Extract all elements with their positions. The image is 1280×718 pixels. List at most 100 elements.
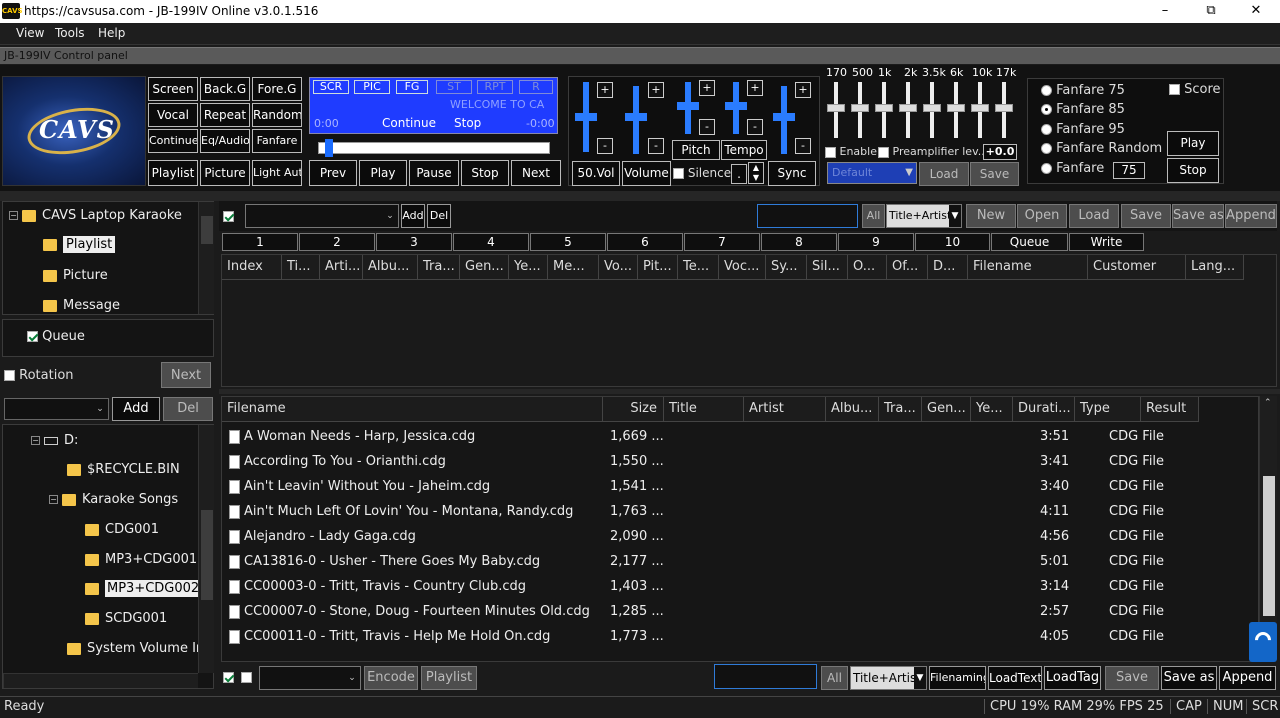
loadtag-button[interactable]: LoadTag (1044, 666, 1101, 690)
display-tab-st[interactable]: ST (436, 80, 472, 94)
pitch-thumb[interactable] (677, 102, 699, 110)
playlist-tab[interactable]: 6 (607, 233, 683, 251)
file-column-header[interactable]: Result (1141, 397, 1199, 422)
file-row[interactable]: CC00011-0 - Tritt, Travis - Help Me Hold… (224, 625, 1258, 650)
playlist-column-header[interactable]: Lang... (1186, 255, 1244, 280)
playlist-column-header[interactable]: Me... (548, 255, 599, 280)
rotation-checkbox[interactable] (4, 370, 15, 381)
menu-view[interactable]: View (16, 26, 44, 40)
file-search-input[interactable] (714, 664, 817, 689)
playlist-tab[interactable]: 7 (684, 233, 760, 251)
file-column-header[interactable]: Gen... (922, 397, 971, 422)
prev-button[interactable]: Prev (309, 160, 357, 186)
light-auto-button[interactable]: Light Auto (252, 160, 302, 186)
playlist-column-header[interactable]: Customer (1088, 255, 1186, 280)
mixer-thumb-5[interactable] (773, 113, 795, 121)
sync-button[interactable]: Sync (768, 161, 816, 186)
playlist-column-header[interactable]: Arti... (320, 255, 363, 280)
file-column-header[interactable]: Filename (222, 397, 603, 422)
stop-button[interactable]: Stop (461, 160, 509, 186)
playlist-column-header[interactable]: O... (848, 255, 887, 280)
eq-slider-thumb[interactable] (923, 104, 941, 112)
playlist-load-button[interactable]: Load (1069, 204, 1119, 228)
playlist-tab[interactable]: 8 (761, 233, 837, 251)
eq-enable[interactable]: Enable (825, 145, 877, 158)
playlist-column-header[interactable]: Te... (678, 255, 719, 280)
eq-preset-select[interactable]: Default ▼ (827, 162, 917, 184)
close-button[interactable]: ✕ (1233, 0, 1279, 23)
file-column-header[interactable]: Artist (744, 397, 826, 422)
background-button[interactable]: Back.G (200, 77, 250, 101)
pause-button[interactable]: Pause (409, 160, 459, 186)
mixer-thumb-1[interactable] (575, 113, 597, 121)
silence-spinner[interactable]: ▲ ▼ (748, 162, 764, 184)
folder-mp3-cdg001[interactable]: MP3+CDG001 (85, 552, 197, 567)
file-column-header[interactable]: Ye... (971, 397, 1013, 422)
file-column-header[interactable]: Albu... (826, 397, 879, 422)
playlist-tab[interactable]: Queue (991, 233, 1068, 251)
menu-tools[interactable]: Tools (55, 26, 85, 40)
restore-button[interactable]: ⧉ (1188, 0, 1234, 23)
folder-recycle-bin[interactable]: $RECYCLE.BIN (67, 462, 180, 477)
filenaming-button[interactable]: Filenaming (929, 666, 986, 690)
repeat-button[interactable]: Repeat (200, 103, 250, 127)
display-tab-pic[interactable]: PIC (354, 80, 390, 94)
fanfare-radio-0[interactable] (1041, 85, 1052, 96)
file-column-header[interactable]: Size (603, 397, 664, 422)
file-filter-combo[interactable]: ⌄ (259, 666, 361, 690)
playlist-tab[interactable]: 4 (453, 233, 529, 251)
playlist-column-header[interactable]: Tra... (418, 255, 460, 280)
fanfare-button[interactable]: Fanfare (252, 129, 302, 153)
mixer-minus-5[interactable]: - (795, 138, 811, 154)
playlist-save-button[interactable]: Save (1121, 204, 1171, 228)
playlist-button[interactable]: Playlist (148, 160, 198, 186)
fanfare-stop-button[interactable]: Stop (1167, 158, 1219, 183)
volume-plus[interactable]: + (648, 82, 664, 98)
tree-item-playlist[interactable]: Playlist (43, 236, 116, 253)
tree-scrollbar[interactable] (198, 202, 214, 314)
folder-tree-hscrollbar[interactable] (3, 673, 198, 688)
display-tab-fg[interactable]: FG (396, 80, 428, 94)
playlist-column-header[interactable]: Vo... (599, 255, 638, 280)
playlist-column-header[interactable]: Voc... (719, 255, 766, 280)
eq-enable-checkbox[interactable] (825, 146, 836, 158)
volume-minus[interactable]: - (648, 138, 664, 154)
scroll-up-icon[interactable]: ⌃ (1264, 398, 1272, 408)
fanfare-play-button[interactable]: Play (1167, 131, 1219, 156)
mixer-plus-5[interactable]: + (795, 82, 811, 98)
playlist-column-header[interactable]: Gen... (460, 255, 509, 280)
silence-control[interactable]: Silence (673, 166, 731, 180)
seek-bar[interactable] (318, 139, 550, 157)
playlist-new-button[interactable]: New (966, 204, 1016, 228)
next-button[interactable]: Next (511, 160, 561, 186)
playlist-column-header[interactable]: Filename (968, 255, 1088, 280)
menu-help[interactable]: Help (98, 26, 125, 40)
playlist-tab[interactable]: 2 (299, 233, 375, 251)
encode-button[interactable]: Encode (364, 666, 418, 690)
drive-d[interactable]: − D: (31, 433, 78, 448)
fanfare-option-85[interactable]: Fanfare 85 (1041, 102, 1125, 117)
drive-filter-combo[interactable]: ⌄ (4, 398, 109, 420)
tempo-plus[interactable]: + (747, 80, 763, 96)
fanfare-radio-2[interactable] (1041, 124, 1052, 135)
eq-load-button[interactable]: Load (919, 162, 969, 186)
playlist-tab[interactable]: 1 (222, 233, 298, 251)
file-row[interactable]: CA13816-0 - Usher - There Goes My Baby.c… (224, 550, 1258, 575)
to-playlist-button[interactable]: Playlist (421, 666, 477, 690)
loadtext-button[interactable]: LoadText (988, 666, 1042, 690)
queue-checkbox[interactable] (27, 331, 38, 342)
silence-value[interactable]: . (731, 164, 747, 184)
playlist-append-button[interactable]: Append (1225, 204, 1277, 228)
file-row[interactable]: Ain't Much Left Of Lovin' You - Montana,… (224, 500, 1258, 525)
mixer-minus-1[interactable]: - (597, 138, 613, 154)
fanfare-option-random[interactable]: Fanfare Random (1041, 141, 1162, 156)
display-tab-r[interactable]: R (519, 80, 553, 94)
foreground-button[interactable]: Fore.G (252, 77, 302, 101)
playlist-tab[interactable]: 5 (530, 233, 606, 251)
file-column-header[interactable]: Durati... (1013, 397, 1075, 422)
file-search-mode-select[interactable]: Title+Artist ▼ (850, 666, 927, 690)
wifi-badge-icon[interactable] (1249, 622, 1277, 662)
rotation-next-button[interactable]: Next (161, 362, 211, 388)
file-row[interactable]: According To You - Orianthi.cdg 1,550 ...… (224, 450, 1258, 475)
tempo-thumb[interactable] (725, 102, 747, 110)
